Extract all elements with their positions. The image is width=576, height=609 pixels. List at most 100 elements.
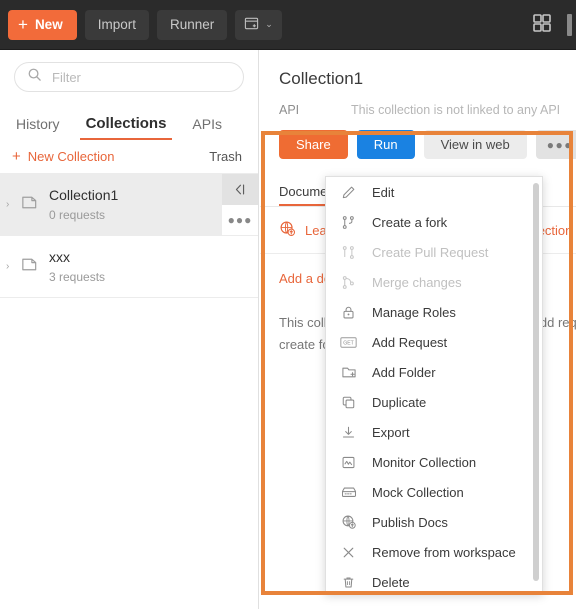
- collection-action-buttons: Share Run View in web ●●●: [260, 117, 576, 159]
- collection-more-actions-button[interactable]: ●●●: [535, 130, 576, 159]
- collapse-sidebar-button[interactable]: [222, 174, 258, 205]
- import-button-label: Import: [97, 17, 136, 32]
- menu-item-label: Duplicate: [372, 394, 427, 410]
- publish-globe-icon: [339, 513, 358, 532]
- filter-input[interactable]: [52, 69, 222, 85]
- collection-text-group: Collection1 0 requests: [49, 187, 118, 222]
- menu-item-label: Create Pull Request: [372, 244, 489, 260]
- import-button[interactable]: Import: [84, 9, 149, 40]
- svg-text:GET: GET: [343, 340, 353, 346]
- topbar-right-group: [531, 0, 576, 50]
- trash-link-label: Trash: [209, 149, 242, 164]
- menu-item-mock-collection[interactable]: Mock Collection: [326, 477, 542, 507]
- more-dots-icon: ●●●: [546, 137, 573, 152]
- download-icon: [339, 423, 358, 442]
- new-collection-button[interactable]: + New Collection: [12, 149, 114, 164]
- menu-item-label: Mock Collection: [372, 484, 464, 500]
- sidebar: History Collections APIs + New Collectio…: [0, 50, 259, 609]
- new-collection-label: New Collection: [27, 149, 115, 164]
- api-link-status: This collection is not linked to any API: [351, 103, 561, 117]
- run-button-label: Run: [373, 137, 398, 152]
- menu-item-label: Export: [372, 424, 410, 440]
- duplicate-icon: [339, 393, 358, 412]
- new-button[interactable]: + New: [8, 9, 77, 40]
- menu-item-create-a-fork[interactable]: Create a fork: [326, 207, 542, 237]
- share-button-label: Share: [296, 137, 331, 152]
- menu-item-add-request[interactable]: GET Add Request: [326, 327, 542, 357]
- share-button[interactable]: Share: [279, 130, 348, 159]
- filter-container: [0, 50, 258, 100]
- folder-icon: [20, 255, 39, 279]
- mock-server-icon: [339, 483, 358, 502]
- plus-icon: +: [12, 148, 21, 165]
- chevron-right-icon[interactable]: ›: [6, 199, 18, 210]
- menu-item-monitor-collection[interactable]: Monitor Collection: [326, 447, 542, 477]
- menu-item-delete[interactable]: Delete: [326, 567, 542, 593]
- sidebar-tabs: History Collections APIs: [0, 100, 258, 140]
- chevron-right-icon[interactable]: ›: [6, 261, 18, 272]
- menu-scrollbar[interactable]: [533, 183, 539, 581]
- menu-item-label: Remove from workspace: [372, 544, 516, 560]
- fork-icon: [339, 213, 358, 232]
- collection-request-count: 3 requests: [49, 270, 106, 284]
- menu-item-label: Manage Roles: [372, 304, 456, 320]
- collection-list-item-2[interactable]: › xxx 3 requests: [0, 236, 258, 298]
- sidebar-tab-history-label: History: [16, 116, 60, 132]
- menu-item-remove-from-workspace[interactable]: Remove from workspace: [326, 537, 542, 567]
- filter-box[interactable]: [14, 62, 244, 92]
- collection-more-button[interactable]: ●●●: [222, 204, 258, 235]
- sidebar-tab-collections-label: Collections: [85, 115, 167, 132]
- pencil-icon: [339, 183, 358, 202]
- publish-globe-icon: [279, 220, 305, 240]
- menu-item-merge-changes: Merge changes: [326, 267, 542, 297]
- top-toolbar: + New Import Runner ⌄: [0, 0, 576, 50]
- page-title: Collection1: [279, 69, 364, 88]
- menu-item-label: Merge changes: [372, 274, 462, 290]
- chevron-down-icon: ⌄: [265, 19, 273, 29]
- runner-button[interactable]: Runner: [156, 9, 228, 40]
- collection-text-group: xxx 3 requests: [49, 249, 105, 284]
- collection-request-count: 0 requests: [49, 208, 106, 222]
- menu-item-export[interactable]: Export: [326, 417, 542, 447]
- new-window-button[interactable]: ⌄: [235, 9, 282, 40]
- new-button-label: New: [34, 17, 63, 32]
- menu-item-add-folder[interactable]: Add Folder: [326, 357, 542, 387]
- edge-partial-icon: [567, 14, 572, 36]
- merge-icon: [339, 273, 358, 292]
- menu-item-edit[interactable]: Edit: [326, 177, 542, 207]
- lock-icon: [339, 303, 358, 322]
- collection-context-menu: Edit Create a fork Create Pull Request M…: [325, 176, 543, 594]
- sidebar-tab-history[interactable]: History: [16, 116, 60, 140]
- new-collection-row: + New Collection Trash: [0, 140, 258, 174]
- collection-name: Collection1: [49, 187, 119, 203]
- new-window-icon: [244, 16, 259, 34]
- menu-item-create-pull-request: Create Pull Request: [326, 237, 542, 267]
- view-in-web-label: View in web: [440, 137, 510, 152]
- menu-item-publish-docs[interactable]: Publish Docs: [326, 507, 542, 537]
- menu-item-duplicate[interactable]: Duplicate: [326, 387, 542, 417]
- api-link-row: API This collection is not linked to any…: [260, 89, 576, 117]
- pull-request-icon: [339, 243, 358, 262]
- trash-link[interactable]: Trash: [209, 149, 242, 164]
- sidebar-tab-apis[interactable]: APIs: [192, 116, 222, 140]
- search-icon: [27, 67, 42, 87]
- view-in-web-button[interactable]: View in web: [423, 130, 527, 159]
- apps-grid-icon[interactable]: [531, 12, 553, 39]
- sidebar-tab-apis-label: APIs: [192, 116, 222, 132]
- app-window: + New Import Runner ⌄ Filter History Col…: [0, 0, 576, 609]
- collection-actions: ●●●: [222, 174, 258, 235]
- menu-item-label: Publish Docs: [372, 514, 448, 530]
- run-button[interactable]: Run: [356, 130, 415, 159]
- menu-item-label: Edit: [372, 184, 395, 200]
- menu-item-label: Monitor Collection: [372, 454, 477, 470]
- monitor-icon: [339, 453, 358, 472]
- menu-item-manage-roles[interactable]: Manage Roles: [326, 297, 542, 327]
- collection-list-item-1[interactable]: › Collection1 0 requests ●●●: [0, 174, 258, 236]
- collection-name: xxx: [49, 249, 70, 265]
- collection-more-icon: ●●●: [227, 212, 253, 227]
- trash-icon: [339, 573, 358, 592]
- sidebar-tab-collections[interactable]: Collections: [79, 115, 173, 140]
- menu-item-label: Add Folder: [372, 364, 436, 380]
- plus-icon: +: [18, 15, 28, 34]
- menu-item-label: Delete: [372, 574, 410, 590]
